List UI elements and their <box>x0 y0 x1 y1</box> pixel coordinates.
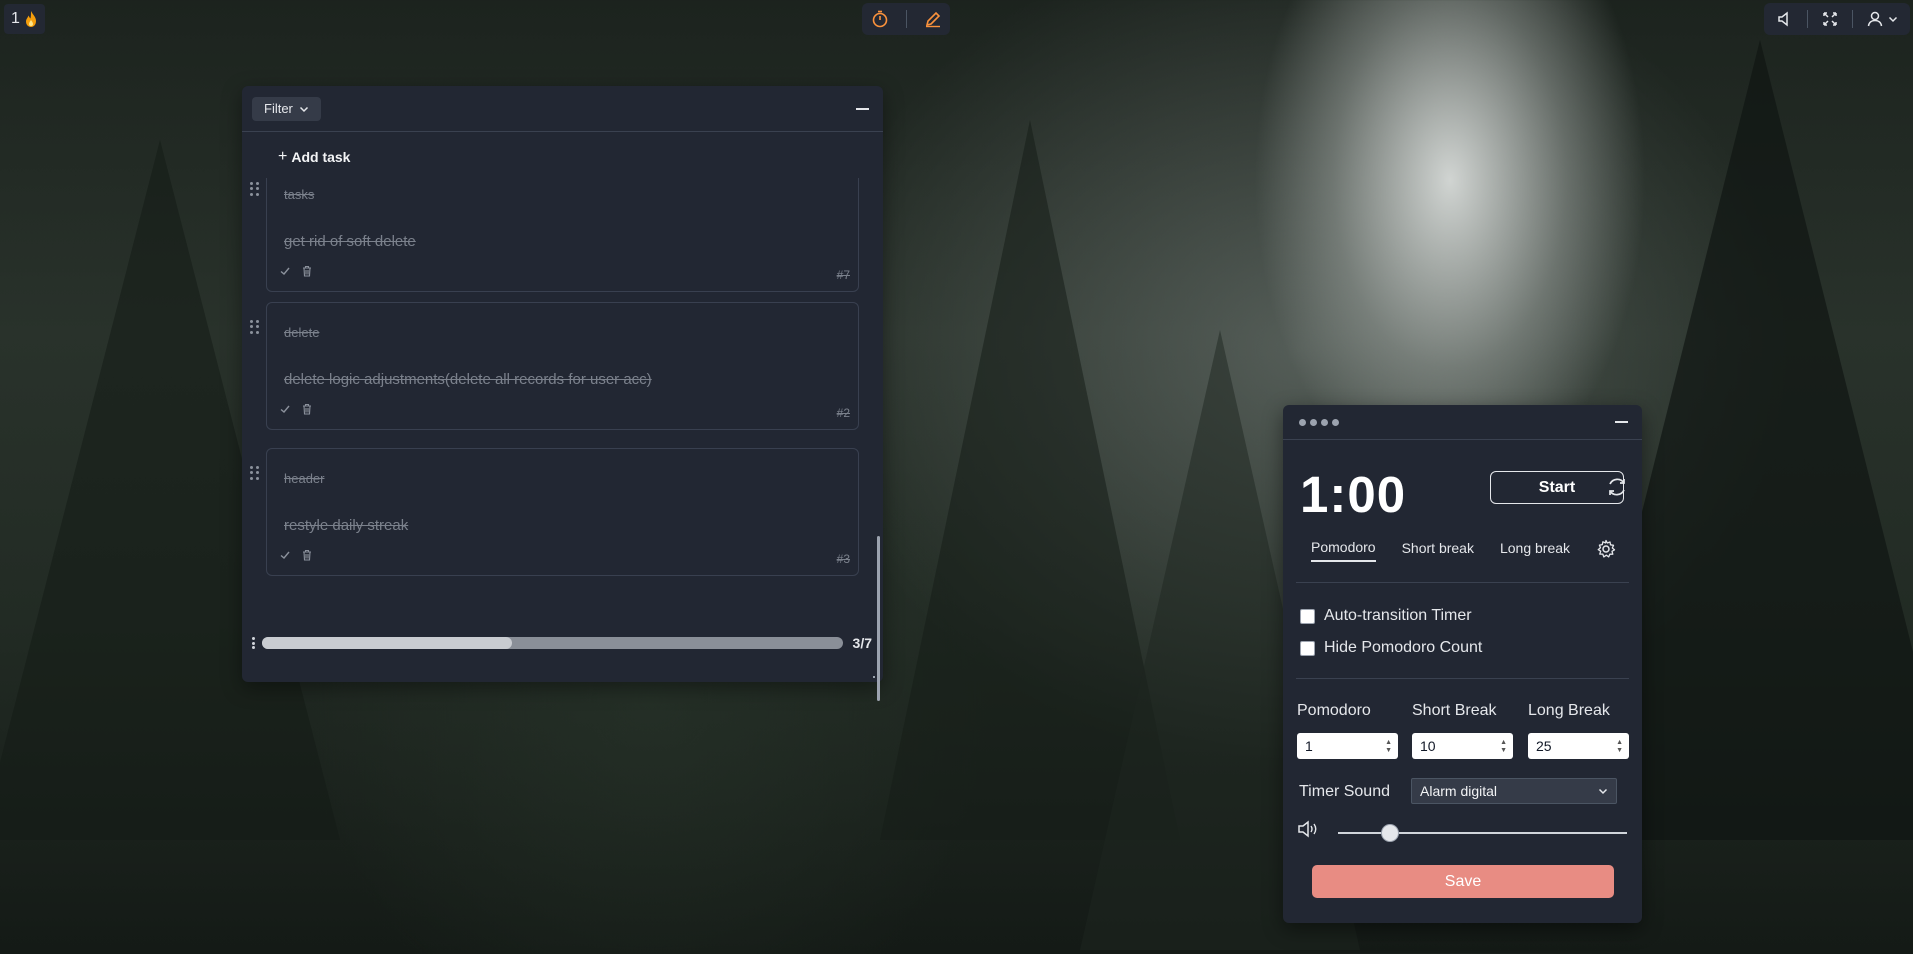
chevron-down-icon <box>1888 16 1897 23</box>
toolbar-divider <box>1807 10 1809 28</box>
drag-handle-icon[interactable] <box>250 466 260 480</box>
user-icon <box>1867 11 1882 27</box>
stepper-icon[interactable]: ▲ ▼ <box>1616 739 1623 754</box>
refresh-icon[interactable] <box>1605 475 1629 499</box>
task-title: get rid of soft delete <box>284 233 416 250</box>
check-icon[interactable] <box>279 403 291 415</box>
task-panel-header: Filter <box>242 86 883 132</box>
start-button[interactable]: Start <box>1490 471 1624 504</box>
center-toolbar <box>862 3 950 35</box>
task-actions <box>279 549 313 561</box>
pencil-icon[interactable] <box>924 10 942 28</box>
divider <box>1296 678 1629 679</box>
filter-button[interactable]: Filter <box>252 96 321 121</box>
long-break-duration-label: Long Break <box>1528 702 1610 719</box>
hide-count-option[interactable]: Hide Pomodoro Count <box>1300 639 1482 657</box>
gear-icon[interactable] <box>1596 539 1616 559</box>
trash-icon[interactable] <box>301 403 313 415</box>
pomodoro-duration-label: Pomodoro <box>1297 702 1371 719</box>
stepper-icon[interactable]: ▲ ▼ <box>1385 739 1392 754</box>
trash-icon[interactable] <box>301 265 313 277</box>
tab-short-break[interactable]: Short break <box>1402 540 1474 561</box>
task-tag: delete <box>284 325 320 340</box>
timer-sound-label: Timer Sound <box>1299 783 1390 800</box>
task-list: tasks get rid of soft delete #7 delete d… <box>242 178 883 588</box>
timer-icon[interactable] <box>871 10 889 28</box>
short-break-duration-value: 10 <box>1420 738 1436 754</box>
toolbar-divider <box>1851 10 1853 28</box>
timer-sound-value: Alarm digital <box>1420 783 1498 799</box>
check-icon[interactable] <box>279 265 291 277</box>
task-actions <box>279 403 313 415</box>
auto-transition-checkbox[interactable] <box>1300 608 1315 624</box>
short-break-duration-label: Short Break <box>1412 702 1497 719</box>
volume-slider[interactable] <box>1338 824 1627 842</box>
volume-slider-thumb[interactable] <box>1381 824 1400 842</box>
task-card[interactable]: header restyle daily streak #3 <box>266 448 859 576</box>
scroll-track[interactable] <box>261 637 843 649</box>
long-break-duration-value: 25 <box>1536 738 1552 754</box>
speaker-icon[interactable] <box>1776 10 1794 28</box>
right-toolbar <box>1764 3 1910 35</box>
task-number: #7 <box>836 268 850 282</box>
user-menu[interactable] <box>1866 10 1898 28</box>
task-actions <box>279 265 313 277</box>
plus-icon: + <box>278 148 288 165</box>
task-number: #3 <box>836 552 850 566</box>
volume-icon[interactable] <box>1297 819 1321 839</box>
drag-handle-icon[interactable] <box>250 320 260 334</box>
long-break-duration-input[interactable]: 25 ▲ ▼ <box>1528 733 1629 759</box>
page-count: 3/7 <box>852 635 872 651</box>
tab-pomodoro[interactable]: Pomodoro <box>1311 539 1376 562</box>
drag-dots-icon[interactable] <box>1299 418 1339 426</box>
toolbar-divider <box>905 10 907 28</box>
scroll-thumb[interactable] <box>261 637 512 649</box>
streak-badge[interactable]: 1 <box>4 4 45 34</box>
short-break-duration-input[interactable]: 10 ▲ ▼ <box>1412 733 1513 759</box>
kebab-icon[interactable] <box>252 637 256 649</box>
pomodoro-panel: 1:00 Start Pomodoro Short break Long bre… <box>1283 405 1642 923</box>
timer-display: 1:00 <box>1300 466 1407 523</box>
chevron-down-icon <box>1598 788 1608 795</box>
mode-tabs: Pomodoro Short break Long break <box>1311 539 1616 562</box>
task-panel: Filter + Add task tasks get rid of soft … <box>242 86 883 701</box>
auto-transition-label: Auto-transition Timer <box>1324 607 1472 624</box>
pomodoro-header <box>1283 405 1642 440</box>
minimize-button[interactable] <box>851 98 873 120</box>
horizontal-scrollbar: 3/7 <box>252 633 872 653</box>
list-item: tasks get rid of soft delete #7 <box>242 178 883 292</box>
check-icon[interactable] <box>279 549 291 561</box>
task-title: restyle daily streak <box>284 517 409 534</box>
trash-icon[interactable] <box>301 549 313 561</box>
tab-long-break[interactable]: Long break <box>1500 540 1570 561</box>
list-item: header restyle daily streak #3 <box>242 448 883 584</box>
auto-transition-option[interactable]: Auto-transition Timer <box>1300 607 1472 625</box>
task-card[interactable]: tasks get rid of soft delete #7 <box>266 178 859 292</box>
task-title: delete logic adjustments(delete all reco… <box>284 371 652 388</box>
list-item: delete delete logic adjustments(delete a… <box>242 302 883 438</box>
task-tag: header <box>284 471 325 486</box>
flame-icon <box>25 11 36 27</box>
fullscreen-icon[interactable] <box>1821 10 1839 28</box>
timer-sound-select[interactable]: Alarm digital <box>1411 778 1617 804</box>
stepper-icon[interactable]: ▲ ▼ <box>1500 739 1507 754</box>
pomodoro-duration-input[interactable]: 1 ▲ ▼ <box>1297 733 1398 759</box>
pomodoro-duration-value: 1 <box>1305 738 1313 754</box>
task-number: #2 <box>836 406 850 420</box>
drag-handle-icon[interactable] <box>250 182 260 196</box>
hide-count-label: Hide Pomodoro Count <box>1324 639 1483 656</box>
task-card[interactable]: delete delete logic adjustments(delete a… <box>266 302 859 430</box>
streak-count: 1 <box>11 10 20 27</box>
chevron-down-icon <box>299 106 308 112</box>
divider <box>1296 582 1629 583</box>
resize-handle-icon[interactable] <box>873 672 879 678</box>
filter-label: Filter <box>264 101 293 116</box>
hide-count-checkbox[interactable] <box>1300 640 1315 656</box>
add-task-label: Add task <box>291 149 351 165</box>
add-task-button[interactable]: + Add task <box>278 148 350 166</box>
task-tag: tasks <box>284 187 315 202</box>
save-button[interactable]: Save <box>1312 865 1614 898</box>
minimize-button[interactable] <box>1610 411 1632 433</box>
